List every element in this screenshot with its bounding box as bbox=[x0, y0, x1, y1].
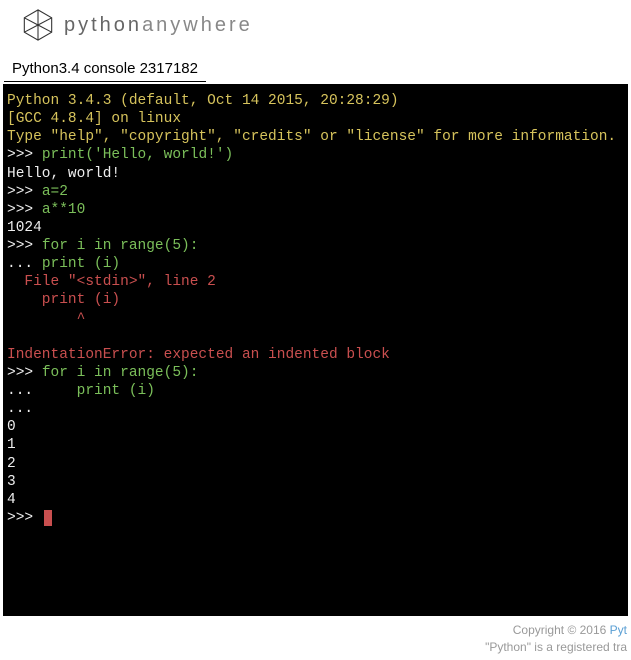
trademark-text: "Python" is a registered tra bbox=[485, 639, 627, 656]
prompt: >>> bbox=[7, 365, 42, 381]
console-output: 1 bbox=[7, 437, 16, 453]
console-input: for i in range(5): bbox=[42, 365, 199, 381]
brand-anywhere: anywhere bbox=[142, 14, 253, 36]
console-input: print('Hello, world!') bbox=[42, 147, 233, 163]
prompt: >>> bbox=[7, 238, 42, 254]
console-output: 0 bbox=[7, 419, 16, 435]
console-output: Hello, world! bbox=[7, 166, 120, 182]
console-error: IndentationError: expected an indented b… bbox=[7, 347, 390, 363]
console-title: Python3.4 console 2317182 bbox=[4, 56, 206, 82]
console-input: for i in range(5): bbox=[42, 238, 199, 254]
logo-icon bbox=[20, 7, 56, 43]
prompt: >>> bbox=[7, 510, 42, 526]
console-line: Type "help", "copyright", "credits" or "… bbox=[7, 129, 616, 145]
footer: Copyright © 2016 Pyt "Python" is a regis… bbox=[485, 622, 627, 656]
console-line: Python 3.4.3 (default, Oct 14 2015, 20:2… bbox=[7, 93, 399, 109]
console-input: print (i) bbox=[42, 256, 120, 272]
console-output: 1024 bbox=[7, 220, 42, 236]
prompt: >>> bbox=[7, 147, 42, 163]
console-error: print (i) bbox=[7, 292, 120, 308]
brand-text: pythonanywhere bbox=[64, 14, 253, 37]
console-output: 4 bbox=[7, 492, 16, 508]
prompt: ... bbox=[7, 383, 42, 399]
console-line: [GCC 4.8.4] on linux bbox=[7, 111, 181, 127]
footer-link[interactable]: Pyt bbox=[610, 623, 627, 637]
console-terminal[interactable]: Python 3.4.3 (default, Oct 14 2015, 20:2… bbox=[3, 84, 628, 616]
console-input: print (i) bbox=[42, 383, 155, 399]
prompt: ... bbox=[7, 256, 42, 272]
header: pythonanywhere bbox=[0, 0, 631, 50]
console-output: 3 bbox=[7, 474, 16, 490]
cursor-icon bbox=[44, 510, 52, 526]
console-output: 2 bbox=[7, 456, 16, 472]
prompt: ... bbox=[7, 401, 33, 417]
copyright-text: Copyright © 2016 bbox=[513, 623, 610, 637]
console-error: ^ bbox=[7, 311, 85, 327]
console-input: a**10 bbox=[42, 202, 86, 218]
console-input: a=2 bbox=[42, 184, 68, 200]
prompt: >>> bbox=[7, 184, 42, 200]
brand-python: python bbox=[64, 14, 142, 36]
prompt: >>> bbox=[7, 202, 42, 218]
console-error: File "<stdin>", line 2 bbox=[7, 274, 216, 290]
